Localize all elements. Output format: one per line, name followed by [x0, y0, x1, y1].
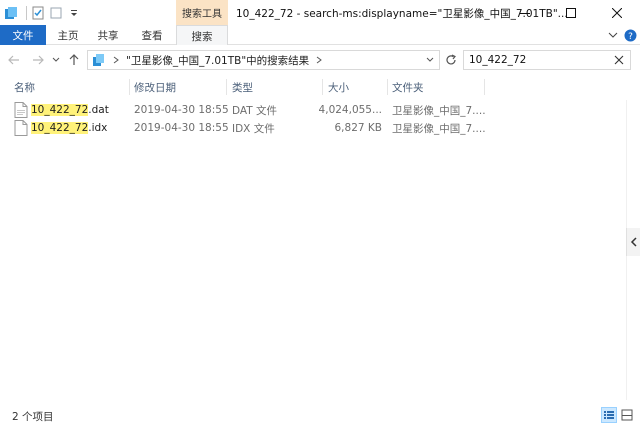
table-row[interactable]: 10_422_72 .dat 2019-04-30 18:55 DAT 文件 4,…: [0, 101, 600, 119]
search-box[interactable]: [463, 50, 631, 70]
tab-search[interactable]: 搜索: [176, 25, 228, 46]
arrow-up-icon: [69, 54, 79, 65]
arrow-right-icon: [33, 55, 44, 65]
search-tools-context-tab: 搜索工具: [176, 0, 228, 25]
large-icons-view-icon: [621, 409, 633, 421]
search-input[interactable]: [469, 54, 609, 66]
file-modified: 2019-04-30 18:55: [134, 122, 229, 134]
column-header-modified[interactable]: 修改日期: [134, 75, 224, 99]
details-view-icon: [604, 411, 614, 419]
navigation-bar: "卫星影像_中国_7.01TB"中的搜索结果: [0, 45, 640, 75]
help-button[interactable]: ?: [623, 28, 637, 42]
minimize-icon: [520, 12, 530, 14]
clear-search-icon[interactable]: [614, 55, 624, 65]
breadcrumb-chevron-icon: [113, 56, 119, 64]
tab-view[interactable]: 查看: [136, 25, 168, 45]
address-path[interactable]: "卫星影像_中国_7.01TB"中的搜索结果: [126, 53, 309, 68]
generic-file-icon: [14, 102, 28, 118]
tab-home[interactable]: 主页: [52, 25, 84, 45]
maximize-button[interactable]: [548, 0, 594, 25]
ribbon-tabs: 文件 主页 共享 查看 搜索 ?: [0, 25, 640, 46]
column-header-folder[interactable]: 文件夹: [392, 75, 482, 99]
close-button[interactable]: [594, 0, 640, 25]
tab-share[interactable]: 共享: [92, 25, 124, 45]
chevron-down-icon: [52, 57, 60, 62]
generic-file-icon: [14, 120, 28, 136]
file-name-match: 10_422_72: [31, 104, 89, 116]
file-modified: 2019-04-30 18:55: [134, 104, 229, 116]
arrow-left-icon: [8, 55, 19, 65]
details-view-button[interactable]: [601, 407, 617, 423]
file-extension: .idx: [88, 122, 108, 134]
svg-text:?: ?: [628, 32, 633, 42]
file-folder: 卫星影像_中国_7....: [392, 104, 486, 117]
close-icon: [612, 7, 622, 18]
chevron-left-icon: [630, 237, 637, 247]
file-size: 6,827 KB: [334, 122, 383, 134]
file-extension: .dat: [88, 104, 109, 116]
refresh-icon: [446, 54, 456, 65]
expand-ribbon-button[interactable]: [606, 28, 620, 42]
properties-icon[interactable]: [31, 6, 45, 20]
quick-access-toolbar: [4, 5, 85, 21]
back-button[interactable]: [6, 52, 22, 68]
show-preview-pane-button[interactable]: [626, 228, 640, 256]
context-tab-label: 搜索工具: [182, 9, 222, 20]
file-type: DAT 文件: [232, 104, 278, 117]
explorer-app-icon[interactable]: [4, 6, 18, 20]
column-header-type[interactable]: 类型: [232, 75, 320, 99]
customize-qat-icon[interactable]: [67, 6, 81, 20]
address-history-icon: [426, 57, 434, 62]
search-results-location-icon: [93, 54, 104, 66]
file-folder: 卫星影像_中国_7....: [392, 122, 486, 135]
table-row[interactable]: 10_422_72 .idx 2019-04-30 18:55 IDX 文件 6,…: [0, 119, 600, 137]
status-bar: 2 个项目: [0, 404, 640, 426]
forward-button[interactable]: [30, 52, 46, 68]
help-icon: ?: [624, 29, 636, 42]
new-folder-icon[interactable]: [49, 6, 63, 20]
recent-locations-button[interactable]: [50, 52, 62, 68]
maximize-icon: [566, 7, 576, 18]
refresh-button[interactable]: [441, 50, 461, 70]
column-headers: 名称 修改日期 类型 大小 文件夹: [0, 75, 640, 99]
title-bar: 搜索工具 10_422_72 - search-ms:displayname="…: [0, 0, 640, 25]
large-icons-view-button[interactable]: [619, 407, 635, 423]
item-count: 2 个项目: [12, 411, 54, 423]
chevron-down-icon: [608, 32, 618, 38]
file-type: IDX 文件: [232, 122, 275, 135]
tab-file[interactable]: 文件: [0, 25, 46, 45]
column-header-size[interactable]: 大小: [328, 75, 386, 99]
column-header-name[interactable]: 名称: [14, 75, 128, 99]
up-button[interactable]: [66, 52, 82, 68]
address-bar[interactable]: "卫星影像_中国_7.01TB"中的搜索结果: [87, 50, 440, 70]
minimize-button[interactable]: [502, 0, 548, 25]
breadcrumb-chevron-icon: [316, 56, 322, 64]
file-name-match: 10_422_72: [31, 122, 89, 134]
file-size: 4,024,055...: [318, 104, 382, 116]
